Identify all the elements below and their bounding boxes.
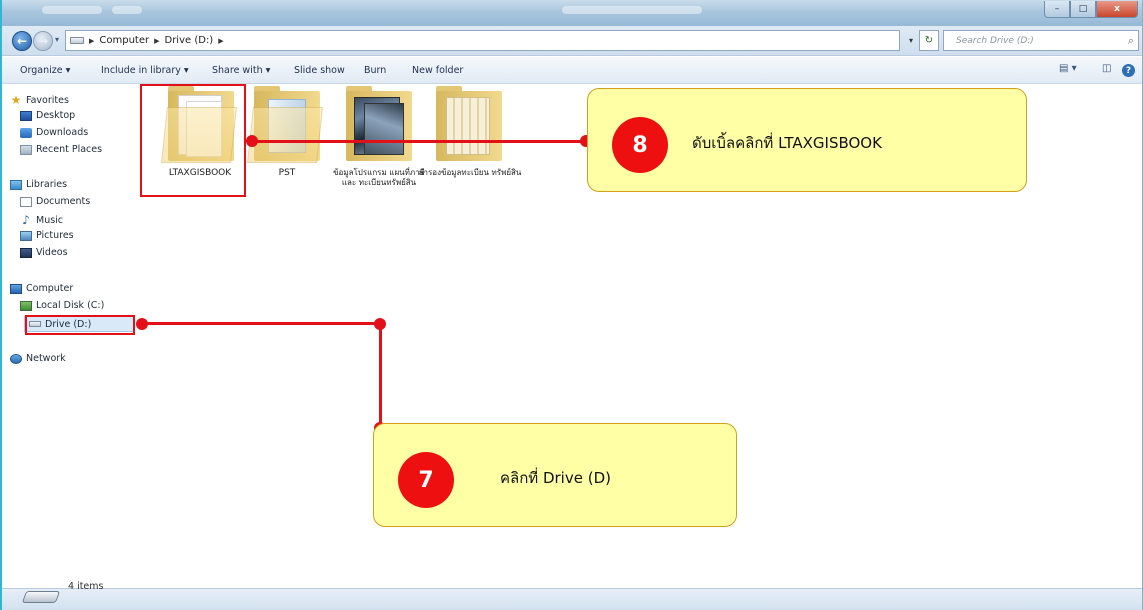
folder-pst[interactable] xyxy=(244,85,330,171)
help-button[interactable]: ? xyxy=(1122,64,1135,77)
minimize-button[interactable]: – xyxy=(1044,1,1070,18)
new-folder-button[interactable]: New folder xyxy=(412,65,463,76)
highlight-ltaxgisbook xyxy=(140,84,246,197)
callout-text: ดับเบิ้ลคลิกที่ LTAXGISBOOK xyxy=(692,134,882,152)
connector-dot xyxy=(246,135,258,147)
step-number-badge: 7 xyxy=(398,452,454,508)
sidebar-item-label: Recent Places xyxy=(36,144,103,155)
sidebar-item-desktop[interactable]: Desktop xyxy=(20,110,75,121)
sidebar-item-favorites[interactable]: ★ Favorites xyxy=(10,93,69,107)
search-input[interactable]: Search Drive (D:) ⌕ xyxy=(943,30,1139,51)
sidebar-item-music[interactable]: ♪ Music xyxy=(20,213,63,227)
recent-pages-dropdown[interactable]: ▾ xyxy=(55,35,59,44)
item-count: 4 items xyxy=(68,581,104,592)
organize-button[interactable]: Organize ▾ xyxy=(20,65,70,76)
navigation-pane: ★ Favorites Desktop Downloads Recent Plac… xyxy=(2,85,140,505)
connector-dot xyxy=(374,318,386,330)
folder-label: สำรองข้อมูลทะเบียน ทรัพย์สิน xyxy=(418,168,522,177)
search-placeholder: Search Drive (D:) xyxy=(956,35,1034,46)
refresh-button[interactable]: ↻ xyxy=(919,30,939,51)
title-bar[interactable]: – □ x xyxy=(2,0,1142,26)
connector-line-8 xyxy=(252,140,586,143)
address-dropdown-button[interactable]: ▾ xyxy=(903,30,919,51)
sidebar-item-network[interactable]: Network xyxy=(10,353,66,364)
refresh-icon: ↻ xyxy=(924,35,934,46)
help-icon: ? xyxy=(1122,64,1135,77)
details-pane: 4 items xyxy=(2,581,1142,610)
sidebar-item-recent-places[interactable]: Recent Places xyxy=(20,144,102,155)
network-icon xyxy=(10,353,22,364)
sidebar-item-pictures[interactable]: Pictures xyxy=(20,230,74,241)
documents-icon xyxy=(20,196,32,207)
connector-dot xyxy=(136,318,148,330)
desktop-icon xyxy=(20,110,32,121)
sidebar-item-documents[interactable]: Documents xyxy=(20,196,90,207)
highlight-drive-d xyxy=(25,315,135,335)
include-in-library-button[interactable]: Include in library ▾ xyxy=(101,65,189,76)
command-bar: Organize ▾ Include in library ▾ Share wi… xyxy=(2,57,1142,84)
sidebar-item-label: Local Disk (C:) xyxy=(36,300,105,311)
folder-label: ข้อมูลโปรแกรม แผนที่ภาษีและ ทะเบียนทรัพย… xyxy=(333,168,425,187)
sidebar-item-label: Network xyxy=(26,353,66,364)
music-note-icon: ♪ xyxy=(22,213,30,227)
chevron-right-icon[interactable]: ▶ xyxy=(154,37,159,45)
folder-program-data[interactable] xyxy=(336,85,422,171)
sidebar-item-label: Music xyxy=(36,214,64,226)
close-button[interactable]: x xyxy=(1096,1,1138,18)
sidebar-item-label: Favorites xyxy=(26,94,69,106)
share-with-button[interactable]: Share with ▾ xyxy=(212,65,270,76)
change-view-icon[interactable]: ▤ ▾ xyxy=(1059,63,1077,74)
sidebar-item-videos[interactable]: Videos xyxy=(20,247,68,258)
sidebar-item-libraries[interactable]: Libraries xyxy=(10,179,67,190)
back-arrow-icon: ← xyxy=(16,34,28,48)
sidebar-item-label: Pictures xyxy=(36,230,74,241)
sidebar-item-label: Documents xyxy=(36,196,91,207)
sidebar-item-computer[interactable]: Computer xyxy=(10,283,73,294)
chevron-right-icon[interactable]: ▶ xyxy=(89,37,94,45)
callout-step-7: 7 คลิกที่ Drive (D) xyxy=(373,423,737,527)
sidebar-item-local-disk-c[interactable]: Local Disk (C:) xyxy=(20,300,104,311)
window-controls: – □ x xyxy=(1044,1,1138,18)
connector-line-7-vertical xyxy=(379,324,382,428)
forward-arrow-icon: → xyxy=(37,34,49,48)
computer-icon xyxy=(10,283,22,294)
burn-button[interactable]: Burn xyxy=(364,65,386,76)
forward-button[interactable]: → xyxy=(33,31,53,51)
back-button[interactable]: ← xyxy=(12,31,32,51)
downloads-icon xyxy=(20,127,32,138)
star-icon: ★ xyxy=(10,93,22,107)
preview-pane-icon[interactable]: ◫ xyxy=(1102,63,1111,74)
sidebar-item-label: Videos xyxy=(36,247,68,258)
address-row: ← → ▾ ▶ Computer ▶ Drive (D:) ▶ ▾ ↻ Sear… xyxy=(2,26,1142,56)
drive-icon xyxy=(18,569,62,609)
sidebar-item-label: Computer xyxy=(26,283,74,294)
pictures-icon xyxy=(20,230,32,241)
step-number-badge: 8 xyxy=(612,117,668,173)
sidebar-item-downloads[interactable]: Downloads xyxy=(20,127,88,138)
breadcrumb-computer[interactable]: Computer xyxy=(99,35,149,46)
videos-icon xyxy=(20,247,32,258)
chevron-right-icon[interactable]: ▶ xyxy=(218,37,223,45)
address-bar[interactable]: ▶ Computer ▶ Drive (D:) ▶ xyxy=(65,30,900,51)
local-disk-icon xyxy=(20,300,32,311)
breadcrumb-drive-d[interactable]: Drive (D:) xyxy=(165,35,214,46)
search-icon[interactable]: ⌕ xyxy=(1128,34,1134,48)
callout-text: คลิกที่ Drive (D) xyxy=(500,469,611,487)
folder-label: PST xyxy=(278,168,296,178)
sidebar-item-label: Libraries xyxy=(26,179,68,190)
sidebar-item-label: Downloads xyxy=(36,127,89,138)
sidebar-item-label: Desktop xyxy=(36,110,76,121)
callout-step-8: 8 ดับเบิ้ลคลิกที่ LTAXGISBOOK xyxy=(587,88,1027,192)
folder-backup[interactable] xyxy=(426,85,512,171)
recent-places-icon xyxy=(20,144,32,155)
drive-icon xyxy=(70,37,84,44)
slide-show-button[interactable]: Slide show xyxy=(294,65,345,76)
maximize-button[interactable]: □ xyxy=(1070,1,1096,18)
connector-line-7 xyxy=(141,322,381,325)
libraries-icon xyxy=(10,179,22,190)
